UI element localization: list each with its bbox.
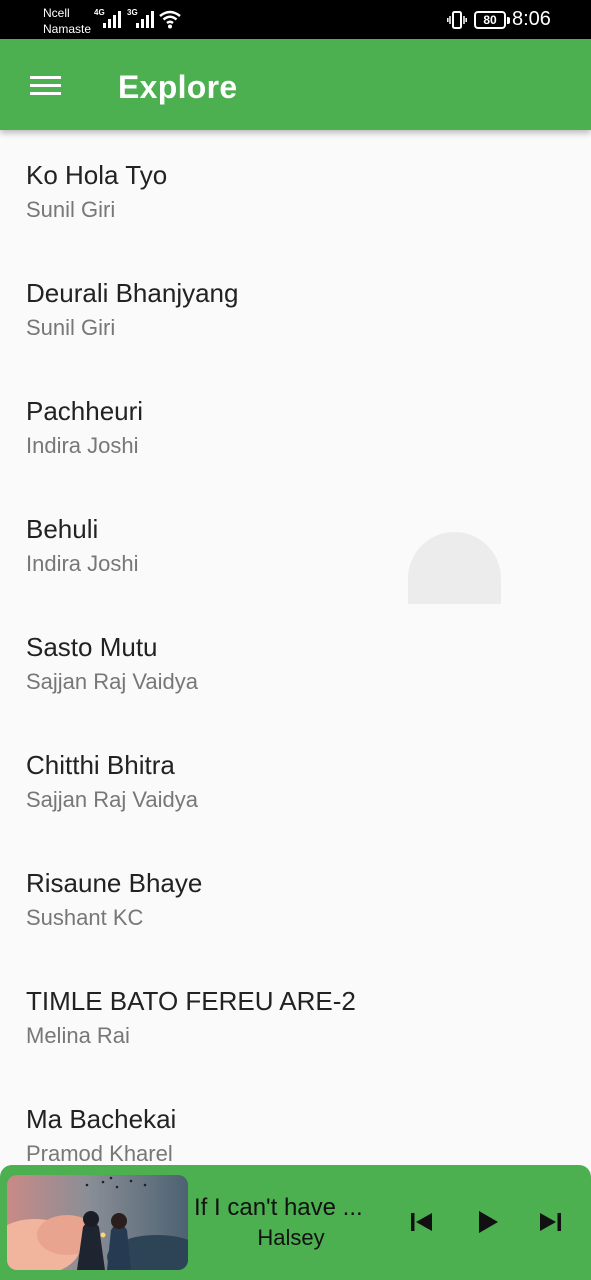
skip-next-icon[interactable] <box>534 1205 568 1239</box>
song-title: Risaune Bhaye <box>26 868 203 898</box>
hamburger-menu-icon[interactable] <box>30 76 62 96</box>
song-artist: Sajjan Raj Vaidya <box>26 787 199 812</box>
carrier-info: Ncell Namaste <box>43 5 91 37</box>
status-bar: Ncell Namaste 4G 3G 80 8:06 <box>0 0 591 39</box>
song-title: Pachheuri <box>26 396 144 426</box>
song-list-item[interactable]: Ko Hola Tyo Sunil Giri <box>0 160 591 278</box>
song-title: Sasto Mutu <box>26 632 158 662</box>
now-playing-artist: Halsey <box>257 1225 325 1250</box>
song-artist: Indira Joshi <box>26 551 139 576</box>
song-artist: Indira Joshi <box>26 433 139 458</box>
song-title: TIMLE BATO FEREU ARE-2 <box>26 986 356 1016</box>
song-list-item[interactable]: TIMLE BATO FEREU ARE-2 Melina Rai <box>0 986 591 1104</box>
wifi-icon <box>159 10 181 29</box>
signal-icon <box>136 11 154 28</box>
song-title: Deurali Bhanjyang <box>26 278 239 308</box>
carrier-name: Ncell <box>43 6 70 20</box>
song-list-item[interactable]: Ma Bachekai Pramod Kharel <box>0 1104 591 1165</box>
song-artist: Sunil Giri <box>26 197 116 222</box>
song-title: Ma Bachekai <box>26 1104 177 1134</box>
song-list-item[interactable]: Risaune Bhaye Sushant KC <box>0 868 591 986</box>
play-icon[interactable] <box>470 1205 504 1239</box>
page-title: Explore <box>118 69 238 105</box>
song-list[interactable]: Ko Hola Tyo Sunil Giri Deurali Bhanjyang… <box>0 130 591 1165</box>
song-artist: Sajjan Raj Vaidya <box>26 669 199 694</box>
song-list-item[interactable]: Sasto Mutu Sajjan Raj Vaidya <box>0 632 591 750</box>
song-list-item[interactable]: Pachheuri Indira Joshi <box>0 396 591 514</box>
song-artist: Melina Rai <box>26 1023 130 1048</box>
skip-previous-icon[interactable] <box>404 1205 438 1239</box>
song-artist: Sunil Giri <box>26 315 116 340</box>
song-title: Chitthi Bhitra <box>26 750 175 780</box>
vibrate-icon <box>447 11 467 29</box>
now-playing-title: If I can't have ... <box>194 1194 363 1221</box>
song-title: Behuli <box>26 514 99 544</box>
mini-player[interactable]: If I can't have ... Halsey <box>0 1165 591 1280</box>
song-list-item[interactable]: Behuli Indira Joshi <box>0 514 591 632</box>
album-art[interactable] <box>7 1175 188 1270</box>
song-title: Ko Hola Tyo <box>26 160 168 190</box>
battery-icon: 80 <box>474 11 510 29</box>
app-bar: Explore <box>0 39 591 130</box>
clock: 8:06 <box>512 8 551 30</box>
song-list-item[interactable]: Deurali Bhanjyang Sunil Giri <box>0 278 591 396</box>
song-artist: Sushant KC <box>26 905 144 930</box>
song-list-item[interactable]: Chitthi Bhitra Sajjan Raj Vaidya <box>0 750 591 868</box>
song-artist: Pramod Kharel <box>26 1141 173 1165</box>
signal-icon <box>103 11 121 28</box>
carrier-subname: Namaste <box>43 22 92 36</box>
